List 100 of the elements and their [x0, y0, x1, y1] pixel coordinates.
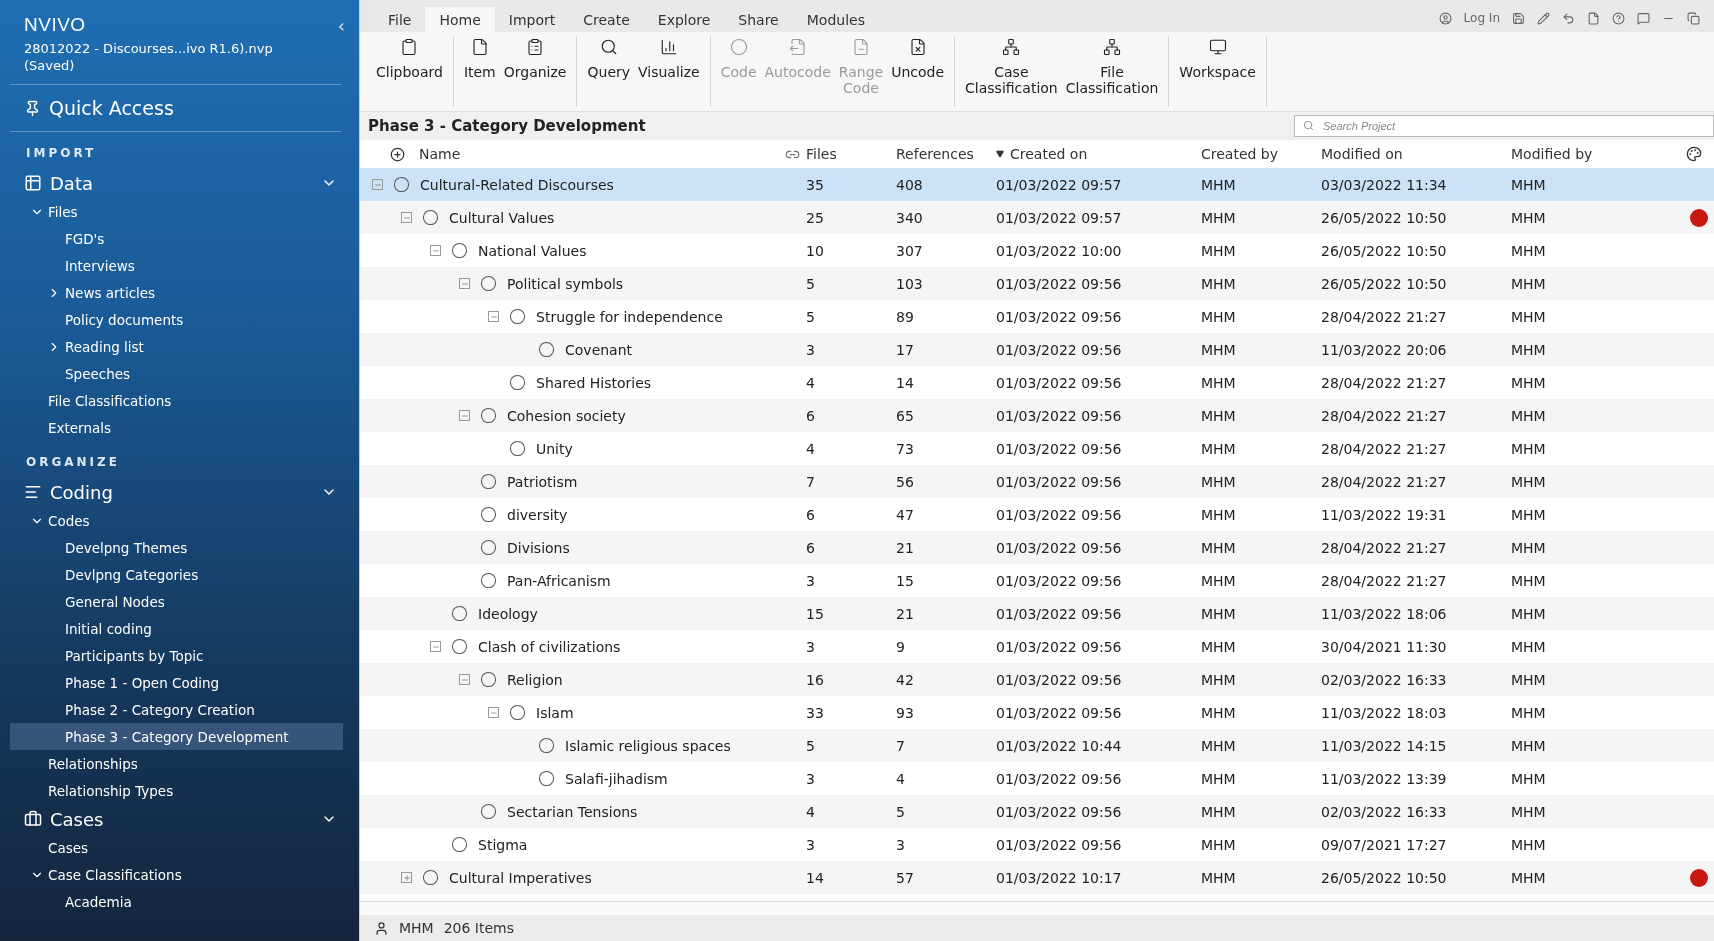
table-cell-text: 10: [805, 242, 825, 259]
table-cell-text: MHM: [1510, 869, 1547, 886]
ribbon-button[interactable]: Clipboard: [372, 36, 447, 107]
ribbon-button[interactable]: Case Classification: [961, 36, 1062, 107]
table-cell-text: 73: [895, 440, 915, 457]
sidebar-item[interactable]: Participants by Topic: [10, 642, 343, 669]
user-icon[interactable]: [1438, 11, 1452, 25]
table-row[interactable]: Covenant 3 17 01/03/2022 09:56 MHM 11/03/2022 20:06 MHM: [360, 333, 1714, 366]
ribbon-button[interactable]: Workspace: [1175, 36, 1260, 107]
sidebar-item[interactable]: Externals: [10, 414, 343, 441]
quick-access-link[interactable]: Quick Access: [49, 97, 174, 119]
palette-icon[interactable]: [1686, 146, 1702, 162]
restore-icon[interactable]: [1687, 11, 1700, 25]
collapse-icon[interactable]: [459, 410, 470, 421]
table-row[interactable]: Ideology 15 21 01/03/2022 09:56 MHM 11/03/2022 18:06 MHM: [360, 597, 1714, 630]
circle-icon: [729, 38, 748, 56]
table-cell-text: 01/03/2022 09:56: [995, 704, 1123, 721]
ribbon-button[interactable]: Query: [583, 36, 635, 107]
sidebar-item[interactable]: File Classifications: [10, 387, 343, 414]
sidebar-item[interactable]: Develpng Themes: [10, 534, 343, 561]
ribbon-tab[interactable]: Import: [494, 7, 570, 32]
sidebar-item[interactable]: Academia: [10, 888, 343, 915]
sidebar-item[interactable]: News articles: [10, 279, 343, 306]
sidebar-item[interactable]: Phase 2 - Category Creation: [10, 696, 343, 723]
sidebar-item[interactable]: Cases: [10, 834, 343, 861]
sidebar-item[interactable]: Reading list: [10, 333, 343, 360]
table-cell: Covenant: [565, 341, 633, 358]
table-cell-text: 5: [805, 275, 816, 292]
horizontal-scrollbar[interactable]: [360, 901, 1714, 915]
document-icon[interactable]: [1587, 11, 1600, 25]
sidebar-group[interactable]: Data: [10, 168, 359, 198]
collapse-button[interactable]: ‹: [337, 14, 345, 36]
table-cell-text: 11/03/2022 18:03: [1320, 704, 1448, 721]
ribbon-button[interactable]: Organize: [499, 36, 571, 107]
undo-icon[interactable]: [1562, 11, 1575, 25]
table-row[interactable]: Sectarian Tensions 4 5 01/03/2022 09:56 MHM 02/03/2022 16:33 MHM: [360, 795, 1714, 828]
table-row[interactable]: Political symbols 5 103 01/03/2022 09:56 MHM 26/05/2022 10:50 MHM: [360, 267, 1714, 300]
table-row[interactable]: Patriotism 7 56 01/03/2022 09:56 MHM 28/04/2022 21:27 MHM: [360, 465, 1714, 498]
collapse-icon[interactable]: [430, 641, 441, 652]
table-row[interactable]: Religion 16 42 01/03/2022 09:56 MHM 02/03/2022 16:33 MHM: [360, 663, 1714, 696]
column-header[interactable]: Modified on: [1315, 146, 1505, 162]
table-row[interactable]: Cultural Values 25 340 01/03/2022 09:57 MHM 26/05/2022 10:50 MHM: [360, 201, 1714, 234]
table-row[interactable]: Islamic religious spaces 5 7 01/03/2022 10:44 MHM 11/03/2022 14:15 MHM: [360, 729, 1714, 762]
table-cell-text: MHM: [1200, 770, 1237, 787]
collapse-icon[interactable]: [488, 707, 499, 718]
ribbon-tab[interactable]: File: [374, 7, 426, 32]
ribbon-button[interactable]: File Classification: [1061, 36, 1163, 107]
sidebar-item[interactable]: Relationship Types: [10, 777, 343, 804]
collapse-icon[interactable]: [430, 245, 441, 256]
add-icon[interactable]: [390, 146, 405, 162]
expand-icon[interactable]: [401, 872, 412, 883]
table-cell-text: MHM: [1200, 539, 1237, 556]
ribbon-tab[interactable]: Create: [569, 7, 644, 32]
ribbon-tab[interactable]: Explore: [643, 7, 725, 32]
sidebar-item[interactable]: Phase 1 - Open Coding: [10, 669, 343, 696]
sidebar-item[interactable]: Case Classifications: [10, 861, 343, 888]
sidebar-item[interactable]: FGD's: [10, 225, 343, 252]
sidebar-item[interactable]: Devlpng Categories: [10, 561, 343, 588]
sidebar-group[interactable]: Coding: [10, 477, 359, 507]
ribbon-button[interactable]: Item: [459, 36, 500, 107]
collapse-icon[interactable]: [459, 278, 470, 289]
sidebar-item[interactable]: Interviews: [10, 252, 343, 279]
ribbon-tab[interactable]: Modules: [792, 7, 879, 32]
table-row[interactable]: Divisions 6 21 01/03/2022 09:56 MHM 28/04/2022 21:27 MHM: [360, 531, 1714, 564]
table-row[interactable]: Cultural-Related Discourses 35 408 01/03/2022 09:57 MHM 03/03/2022 11:34 MHM: [360, 168, 1714, 201]
hierarchy-icon: [1103, 38, 1122, 56]
sidebar-item[interactable]: Codes: [10, 507, 343, 534]
column-header[interactable]: Name: [411, 146, 779, 162]
column-header[interactable]: Created on: [1010, 146, 1088, 162]
monitor-icon: [1208, 38, 1227, 56]
sidebar-item[interactable]: Speeches: [10, 360, 343, 387]
save-icon[interactable]: [1512, 11, 1525, 25]
sidebar-item[interactable]: Policy documents: [10, 306, 343, 333]
sidebar-item[interactable]: Files: [10, 198, 343, 225]
login-link[interactable]: Log In: [1463, 11, 1500, 25]
search-field[interactable]: Search Project: [1294, 115, 1714, 137]
ribbon-tab[interactable]: Share: [724, 7, 793, 32]
column-header[interactable]: Created by: [1195, 146, 1315, 162]
table-row[interactable]: Cohesion society 6 65 01/03/2022 09:56 MHM 28/04/2022 21:27 MHM: [360, 399, 1714, 432]
logo: NVIVO: [24, 14, 86, 36]
sidebar-item[interactable]: General Nodes: [10, 588, 343, 615]
sidebar-item[interactable]: Phase 3 - Category Development: [10, 723, 343, 750]
ribbon-tab[interactable]: Home: [425, 7, 495, 32]
column-header[interactable]: References: [890, 146, 990, 162]
sidebar-item[interactable]: Relationships: [10, 750, 343, 777]
node-icon: [509, 374, 526, 391]
comment-icon[interactable]: [1637, 11, 1650, 25]
pencil-icon[interactable]: [1537, 11, 1550, 25]
column-header[interactable]: Files: [800, 146, 890, 162]
column-header[interactable]: Modified by: [1505, 146, 1635, 162]
ribbon-button[interactable]: Visualize: [634, 36, 704, 107]
table-row[interactable]: Cultural Imperatives 14 57 01/03/2022 10:17 MHM 26/05/2022 10:50 MHM: [360, 861, 1714, 894]
collapse-icon[interactable]: [459, 674, 470, 685]
collapse-icon[interactable]: [401, 212, 412, 223]
sidebar-item[interactable]: Initial coding: [10, 615, 343, 642]
table-cell: Pan-Africanism: [507, 572, 611, 589]
collapse-icon[interactable]: [488, 311, 499, 322]
ribbon-button[interactable]: Uncode: [887, 36, 949, 107]
help-icon[interactable]: [1612, 11, 1625, 25]
sidebar-group[interactable]: Cases: [10, 804, 359, 834]
